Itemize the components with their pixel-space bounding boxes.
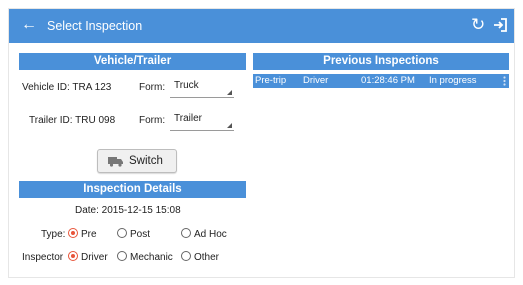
switch-button-label: Switch	[129, 155, 163, 167]
type-radio-pre[interactable]	[68, 228, 78, 238]
row-type: Pre-trip	[255, 75, 287, 86]
row-inspector: Driver	[303, 75, 329, 86]
truck-icon	[108, 157, 123, 167]
switch-button[interactable]: Switch	[97, 149, 177, 173]
vehicle-trailer-header: Vehicle/Trailer	[19, 53, 246, 70]
vehicle-form-label: Form:	[139, 82, 166, 93]
type-label: Type:	[41, 229, 66, 240]
vehicle-form-value: Truck	[174, 80, 199, 91]
inspector-option-other: Other	[194, 252, 220, 263]
type-option-post: Post	[130, 229, 151, 240]
inspector-option-driver: Driver	[81, 252, 108, 263]
inspector-option-mechanic: Mechanic	[130, 252, 173, 263]
trailer-form-dropdown[interactable]: Trailer	[170, 113, 234, 131]
trailer-form-value: Trailer	[174, 113, 202, 124]
previous-inspections-header: Previous Inspections	[253, 53, 509, 70]
device-screen: ← Select Inspection ↻ Vehicle/Trailer Ve…	[8, 8, 515, 278]
inspection-date: Date: 2015-12-15 15:08	[75, 205, 181, 216]
previous-inspection-row[interactable]: Pre-trip Driver 01:28:46 PM In progress	[253, 74, 509, 88]
dropdown-arrow-icon	[227, 90, 232, 95]
app-bar: ← Select Inspection ↻	[9, 9, 514, 43]
inspection-details-header: Inspection Details	[19, 181, 246, 198]
inspector-radio-driver[interactable]	[68, 251, 78, 261]
vehicle-id-label: Vehicle ID: TRA 123	[22, 82, 112, 93]
type-option-pre: Pre	[81, 229, 97, 240]
row-status: In progress	[429, 75, 477, 86]
vehicle-form-dropdown[interactable]: Truck	[170, 80, 234, 98]
inspector-radio-other[interactable]	[181, 251, 191, 261]
type-radio-ad-hoc[interactable]	[181, 228, 191, 238]
refresh-icon[interactable]: ↻	[471, 16, 485, 33]
type-radio-post[interactable]	[117, 228, 127, 238]
inspector-label: Inspector	[22, 252, 64, 263]
inspector-radio-mechanic[interactable]	[117, 251, 127, 261]
dropdown-arrow-icon	[227, 123, 232, 128]
exit-icon[interactable]	[493, 18, 507, 32]
row-time: 01:28:46 PM	[361, 75, 415, 86]
trailer-form-label: Form:	[139, 115, 166, 126]
arrow-left-icon[interactable]: ←	[21, 17, 37, 33]
overflow-menu-icon[interactable]	[503, 76, 506, 86]
trailer-id-label: Trailer ID: TRU 098	[29, 115, 116, 126]
type-option-ad-hoc: Ad Hoc	[194, 229, 227, 240]
page-title: Select Inspection	[47, 19, 143, 33]
